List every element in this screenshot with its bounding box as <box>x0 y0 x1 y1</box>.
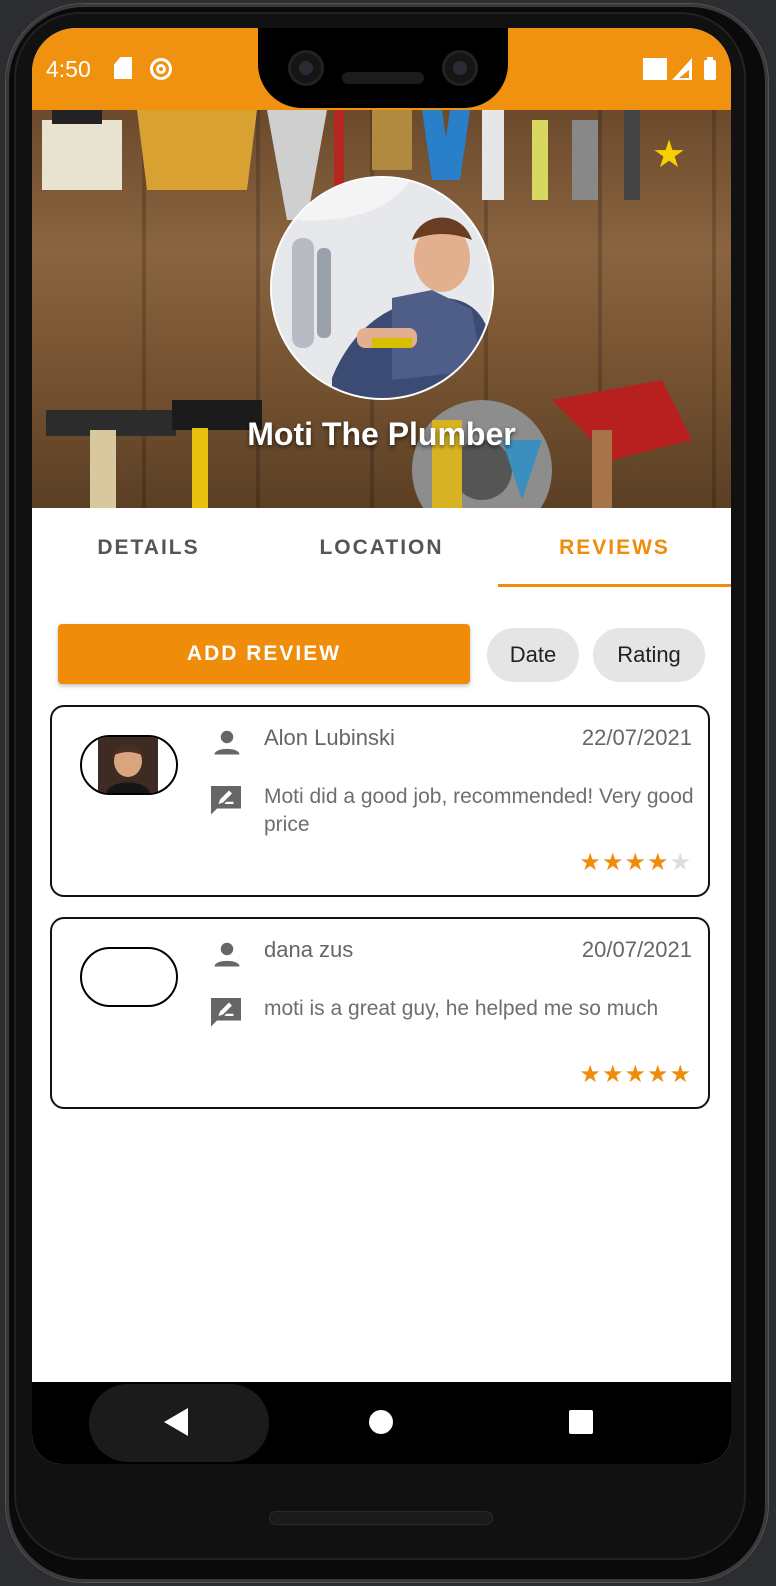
review-card: Alon Lubinski 22/07/2021 Moti did a good… <box>50 705 710 897</box>
wifi-icon <box>643 58 667 80</box>
star-icon: ★ <box>579 1061 602 1088</box>
star-icon: ★ <box>601 849 625 876</box>
provider-avatar <box>270 176 494 400</box>
app-screen: 4:50 ★ Moti The Plumber DETAILS LOCATION… <box>32 28 731 1464</box>
earpiece-speaker <box>342 72 424 84</box>
reviewer-avatar <box>80 947 178 1007</box>
sd-card-icon <box>114 57 132 79</box>
review-text: moti is a great guy, he helped me so muc… <box>264 997 659 1020</box>
status-time: 4:50 <box>46 56 91 82</box>
recents-icon[interactable] <box>569 1410 593 1434</box>
status-bar: 4:50 <box>32 28 731 110</box>
reviewer-photo <box>98 737 158 793</box>
star-icon: ★ <box>646 1061 670 1088</box>
person-icon <box>214 942 240 967</box>
star-icon: ★ <box>624 1061 647 1088</box>
review-rating-stars: ★★★★★ <box>579 1063 692 1087</box>
add-review-button[interactable]: ADD REVIEW <box>58 624 470 684</box>
sort-by-rating-chip[interactable]: Rating <box>593 628 705 682</box>
person-icon <box>214 730 240 755</box>
star-icon: ★ <box>601 1061 625 1088</box>
sort-by-date-chip[interactable]: Date <box>487 628 579 682</box>
star-icon: ★ <box>624 849 647 876</box>
front-sensor-icon <box>442 50 478 86</box>
tab-bar: DETAILS LOCATION REVIEWS <box>32 508 731 588</box>
home-icon[interactable] <box>369 1410 393 1434</box>
review-card: dana zus 20/07/2021 moti is a great guy,… <box>50 917 710 1109</box>
back-icon[interactable] <box>164 1408 188 1436</box>
favorite-star-icon[interactable]: ★ <box>652 136 686 174</box>
tab-details[interactable]: DETAILS <box>32 508 265 588</box>
battery-icon <box>704 57 716 80</box>
star-icon: ★ <box>669 849 692 876</box>
star-icon: ★ <box>669 1061 692 1088</box>
provider-name: Moti The Plumber <box>247 416 516 452</box>
star-icon: ★ <box>646 849 670 876</box>
review-date: 20/07/2021 <box>581 937 692 962</box>
rate-review-icon <box>211 998 241 1027</box>
star-icon: ★ <box>579 849 602 876</box>
review-date: 22/07/2021 <box>581 725 692 750</box>
tab-indicator <box>498 584 731 587</box>
tab-location[interactable]: LOCATION <box>265 508 498 588</box>
provider-header: ★ Moti The Plumber <box>32 110 731 508</box>
camera-notch <box>258 28 508 108</box>
review-text: Moti did a good job, recommended! Very g… <box>264 785 694 836</box>
reviewer-name: Alon Lubinski <box>264 725 395 750</box>
rate-review-icon <box>211 786 241 815</box>
reviewer-name: dana zus <box>264 937 354 962</box>
sync-icon <box>150 58 172 80</box>
system-nav-bar <box>32 1382 731 1464</box>
bottom-speaker <box>270 1512 492 1524</box>
provider-photo <box>272 178 492 398</box>
tab-reviews[interactable]: REVIEWS <box>498 508 731 588</box>
front-camera-icon <box>288 50 324 86</box>
reviewer-avatar <box>80 735 178 795</box>
signal-icon <box>672 58 692 80</box>
review-rating-stars: ★★★★★ <box>579 851 692 875</box>
